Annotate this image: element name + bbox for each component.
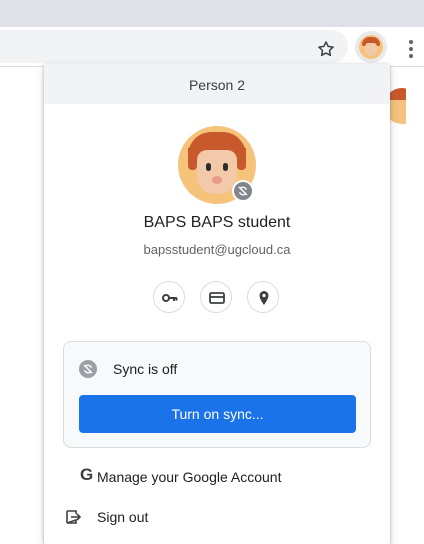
profile-menu: Person 2 BAPS BAPS student bapsstudent@u… bbox=[44, 64, 390, 544]
turn-on-sync-button[interactable]: Turn on sync... bbox=[79, 395, 356, 433]
menu-item-label: Sign out bbox=[97, 509, 149, 525]
profile-name: BAPS BAPS student bbox=[143, 214, 291, 231]
bookmark-star-icon[interactable] bbox=[316, 39, 336, 59]
sync-off-icon bbox=[79, 360, 97, 378]
manage-google-account-item[interactable]: G Manage your Google Account bbox=[44, 457, 390, 497]
credit-card-icon bbox=[209, 292, 225, 304]
payment-methods-button[interactable] bbox=[200, 281, 232, 313]
sync-off-badge-icon bbox=[232, 180, 254, 202]
profile-avatar-button[interactable] bbox=[355, 31, 387, 63]
sync-card: Sync is off Turn on sync... bbox=[63, 341, 371, 448]
sign-out-icon bbox=[66, 510, 82, 524]
address-bar[interactable] bbox=[0, 30, 348, 63]
tab-strip bbox=[0, 0, 424, 27]
google-g-icon: G bbox=[80, 465, 94, 484]
browser-toolbar bbox=[0, 27, 424, 67]
more-menu-icon[interactable] bbox=[406, 37, 416, 59]
profile-email: bapsstudent@ugcloud.ca bbox=[143, 242, 291, 257]
sync-status-text: Sync is off bbox=[113, 361, 178, 377]
menu-header: Person 2 bbox=[44, 64, 390, 104]
location-pin-icon bbox=[259, 291, 269, 305]
passwords-button[interactable] bbox=[153, 281, 185, 313]
sign-out-item[interactable]: Sign out bbox=[44, 497, 390, 537]
avatar-mini-icon bbox=[359, 35, 383, 59]
key-icon bbox=[162, 294, 178, 302]
menu-item-label: Manage your Google Account bbox=[97, 469, 282, 485]
addresses-button[interactable] bbox=[247, 281, 279, 313]
